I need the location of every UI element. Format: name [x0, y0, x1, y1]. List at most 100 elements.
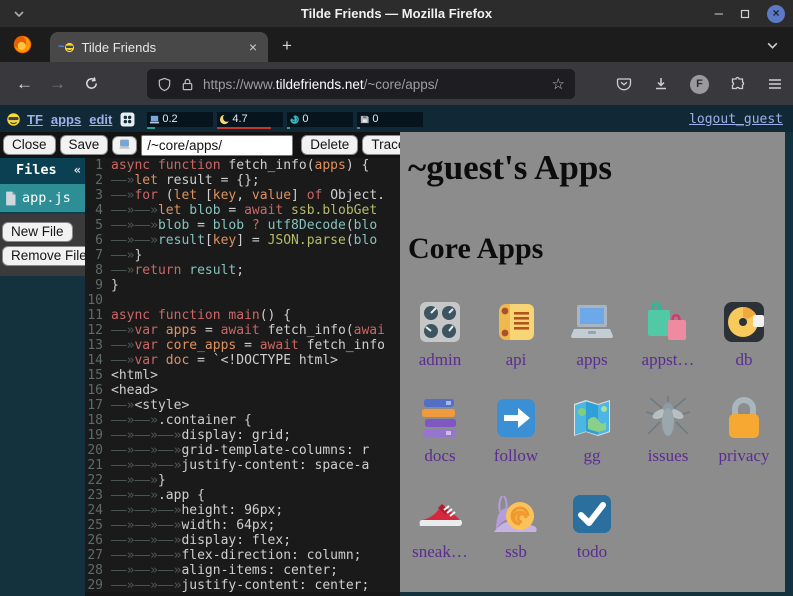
app-ssb[interactable]: ssb [478, 478, 554, 574]
bookmark-star-icon[interactable]: ☆ [552, 75, 565, 93]
new-file-button[interactable]: New File [2, 222, 73, 242]
url-bar[interactable]: https://www.tildefriends.net/~core/apps/… [147, 69, 575, 99]
app-todo[interactable]: todo [554, 478, 630, 574]
minimize-button[interactable]: – [715, 9, 723, 19]
site-link-tf[interactable]: TF [27, 112, 43, 127]
line-number: 5 [85, 218, 111, 233]
code-text: <head> [111, 383, 400, 398]
books-icon [416, 394, 464, 442]
close-button[interactable]: × [767, 5, 785, 23]
code-text: ——»var apps = await fetch_info(awai [111, 323, 400, 338]
site-link-edit[interactable]: edit [89, 112, 112, 127]
check-icon [568, 490, 616, 538]
browser-tab[interactable]: ~ Tilde Friends × [50, 32, 268, 62]
code-text: ——»——»} [111, 473, 400, 488]
line-number: 12 [85, 323, 111, 338]
resource-meters: 0.24.700 [147, 112, 423, 127]
code-text: ——»——»——»display: grid; [111, 428, 400, 443]
cyclone-meter-icon [289, 114, 300, 125]
remove-file-button[interactable]: Remove File [2, 246, 96, 266]
code-line: 5——»——»blob = blob ? utf8Decode(blo [85, 218, 400, 233]
path-input[interactable] [141, 135, 293, 156]
line-number: 28 [85, 563, 111, 578]
computer-icon-button[interactable] [112, 136, 137, 155]
line-number: 10 [85, 293, 111, 308]
app-appst[interactable]: appst… [630, 286, 706, 382]
app-apps[interactable]: apps [554, 286, 630, 382]
lock-icon [720, 394, 768, 442]
line-number: 16 [85, 383, 111, 398]
tracking-shield-icon[interactable] [157, 77, 172, 92]
app-label: follow [494, 446, 538, 466]
collapse-sidebar-icon[interactable]: « [74, 163, 81, 177]
app-sneak[interactable]: sneak… [402, 478, 478, 574]
app-issues[interactable]: issues [630, 382, 706, 478]
app-gg[interactable]: gg [554, 382, 630, 478]
code-text [111, 293, 400, 308]
tab-close-icon[interactable]: × [246, 39, 260, 55]
app-admin[interactable]: admin [402, 286, 478, 382]
https-lock-icon[interactable] [180, 77, 195, 92]
app-label: gg [584, 446, 601, 466]
site-link-apps[interactable]: apps [51, 112, 81, 127]
code-line: 2——»let result = {}; [85, 173, 400, 188]
code-text: ——»var doc = `<!DOCTYPE html> [111, 353, 400, 368]
line-number: 29 [85, 578, 111, 592]
meter-bar [217, 127, 271, 129]
meter-value: 0.2 [162, 113, 177, 125]
pocket-icon[interactable] [616, 76, 632, 92]
control-knobs-icon [416, 298, 464, 346]
code-editor[interactable]: 1async function fetch_info(apps) {2——»le… [85, 158, 400, 592]
smiley-sunglasses-icon [6, 112, 21, 127]
code-text: ——»——».app { [111, 488, 400, 503]
app-api[interactable]: api [478, 286, 554, 382]
code-text: <html> [111, 368, 400, 383]
extensions-puzzle-icon[interactable] [730, 76, 746, 92]
app-db[interactable]: db [706, 286, 782, 382]
window-title: Tilde Friends — Mozilla Firefox [0, 6, 793, 21]
reload-button[interactable] [84, 76, 99, 91]
apps-grid-icon[interactable] [120, 112, 135, 127]
firefox-logo-icon[interactable] [12, 34, 33, 55]
code-text: ——»for (let [key, value] of Object. [111, 188, 400, 203]
app-label: api [506, 350, 527, 370]
apps-grid: admin api appsappst…db docs follow gg issues pr… [402, 286, 784, 574]
moon-meter-icon [219, 114, 230, 125]
line-number: 14 [85, 353, 111, 368]
code-text: ——»return result; [111, 263, 400, 278]
app-menu-icon[interactable] [767, 76, 783, 92]
meter-bar [287, 127, 290, 129]
restore-button[interactable] [739, 8, 751, 20]
code-line: 14——»var doc = `<!DOCTYPE html> [85, 353, 400, 368]
file-item-app.js[interactable]: app.js [0, 184, 85, 212]
meter-value: 0 [372, 113, 378, 125]
line-number: 19 [85, 428, 111, 443]
delete-button[interactable]: Delete [301, 135, 358, 155]
line-number: 2 [85, 173, 111, 188]
meter-0: 0.2 [147, 112, 213, 127]
code-line: 15<html> [85, 368, 400, 383]
line-number: 13 [85, 338, 111, 353]
app-label: docs [424, 446, 455, 466]
line-number: 15 [85, 368, 111, 383]
app-label: issues [648, 446, 689, 466]
code-line: 25——»——»——»width: 64px; [85, 518, 400, 533]
line-number: 20 [85, 443, 111, 458]
new-tab-button[interactable]: + [282, 36, 292, 56]
code-text: ——»let result = {}; [111, 173, 400, 188]
code-line: 22——»——»} [85, 473, 400, 488]
app-privacy[interactable]: privacy [706, 382, 782, 478]
editor-toolbar: Close Save Delete Trace [0, 132, 400, 158]
account-avatar[interactable]: F [690, 75, 709, 94]
logout-link[interactable]: logout_guest [689, 112, 787, 127]
app-docs[interactable]: docs [402, 382, 478, 478]
app-follow[interactable]: follow [478, 382, 554, 478]
save-button[interactable]: Save [60, 135, 109, 155]
downloads-icon[interactable] [653, 76, 669, 92]
close-editor-button[interactable]: Close [3, 135, 56, 155]
code-line: 11async function main() { [85, 308, 400, 323]
back-button[interactable]: ← [16, 74, 33, 94]
url-text[interactable]: https://www.tildefriends.net/~core/apps/ [203, 77, 544, 92]
window-menu-chevron-icon[interactable] [12, 7, 26, 21]
list-tabs-chevron-icon[interactable] [766, 39, 779, 52]
